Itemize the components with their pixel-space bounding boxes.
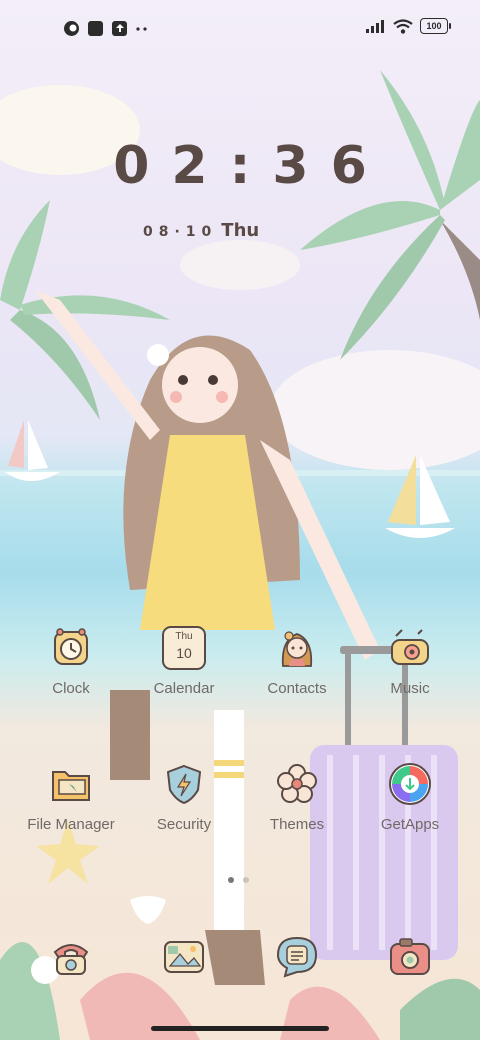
app-label: GetApps: [380, 816, 440, 833]
wifi-icon: [393, 18, 413, 34]
calendar-icon: Thu 10: [162, 626, 206, 670]
music-radio-icon: [391, 629, 429, 665]
app-music[interactable]: Music: [354, 626, 466, 697]
app-notification-icon: [64, 20, 79, 36]
calendar-day: Thu: [175, 631, 193, 642]
camera-icon[interactable]: [388, 934, 432, 978]
app-security[interactable]: Security: [128, 762, 240, 833]
phone-icon[interactable]: [49, 934, 93, 978]
messages-icon[interactable]: [275, 934, 319, 978]
square-notification-icon: [88, 20, 103, 36]
page-indicator[interactable]: [228, 877, 249, 883]
app-getapps[interactable]: GetApps: [354, 762, 466, 833]
battery-icon: 100: [420, 18, 451, 34]
app-contacts[interactable]: Contacts: [241, 626, 353, 697]
app-label: Calendar: [153, 680, 215, 697]
status-bar: 100: [0, 0, 480, 56]
app-label: Music: [390, 680, 430, 697]
app-label: Security: [156, 816, 212, 833]
page-dot-active: [228, 877, 234, 883]
folder-icon: [52, 771, 90, 801]
clock-widget-time[interactable]: 02:36: [0, 136, 480, 196]
app-file-manager[interactable]: File Manager: [15, 762, 127, 833]
calendar-date: 10: [176, 645, 192, 661]
getapps-icon: [389, 763, 431, 805]
home-gesture-bar[interactable]: [151, 1026, 329, 1031]
app-clock[interactable]: Clock: [15, 626, 127, 697]
status-indicators: 100: [366, 18, 451, 34]
app-calendar[interactable]: Thu 10 Calendar: [128, 626, 240, 697]
contacts-girl-icon: [281, 631, 313, 667]
page-dot: [243, 877, 249, 883]
clock-widget-date[interactable]: 08·10 Thu: [143, 220, 259, 241]
upload-notification-icon: [112, 20, 127, 36]
app-label: Contacts: [267, 680, 327, 697]
date-text: 08·10: [143, 224, 218, 240]
app-label: File Manager: [27, 816, 115, 833]
app-themes[interactable]: Themes: [241, 762, 353, 833]
shield-icon: [166, 764, 202, 805]
alarm-clock-icon: [54, 628, 88, 665]
status-notifications: [64, 19, 148, 37]
signal-icon: [366, 20, 384, 33]
flower-icon: [277, 764, 317, 803]
more-dots-icon: [136, 19, 148, 37]
gallery-icon[interactable]: [162, 934, 206, 978]
app-label: Clock: [52, 680, 90, 697]
weekday-text: Thu: [221, 220, 260, 241]
app-label: Themes: [269, 816, 325, 833]
